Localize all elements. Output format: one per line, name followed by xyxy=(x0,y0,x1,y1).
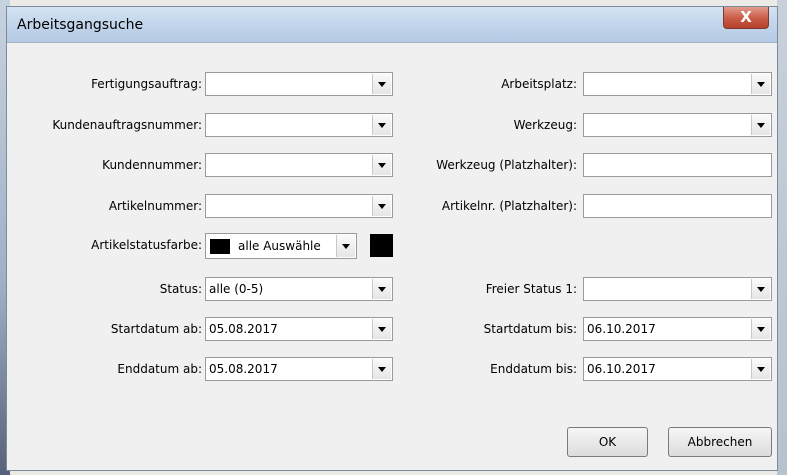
artikelnr-platzhalter-input[interactable] xyxy=(583,194,772,218)
enddatum-bis-dropdown[interactable]: 06.10.2017 xyxy=(583,357,772,381)
label-freier-status: Freier Status 1: xyxy=(485,282,577,296)
chevron-down-icon[interactable] xyxy=(372,115,391,135)
label-werkzeug: Werkzeug: xyxy=(513,118,577,132)
label-arbeitsplatz: Arbeitsplatz: xyxy=(501,77,577,91)
label-startdatum-ab: Startdatum ab: xyxy=(110,322,202,336)
status-value: alle (0-5) xyxy=(209,282,264,296)
label-artikelstatusfarbe: Artikelstatusfarbe: xyxy=(91,238,202,252)
chevron-down-icon[interactable] xyxy=(372,74,391,94)
label-kundennummer: Kundennummer: xyxy=(102,158,202,172)
chevron-down-icon[interactable] xyxy=(372,155,391,175)
chevron-down-icon[interactable] xyxy=(751,319,770,339)
freier-status-dropdown[interactable] xyxy=(583,277,772,301)
chevron-down-icon[interactable] xyxy=(372,279,391,299)
label-artikelnummer: Artikelnummer: xyxy=(108,199,202,213)
enddatum-ab-dropdown[interactable]: 05.08.2017 xyxy=(205,357,393,381)
startdatum-bis-dropdown[interactable]: 06.10.2017 xyxy=(583,317,772,341)
chevron-down-icon[interactable] xyxy=(751,115,770,135)
startdatum-bis-value: 06.10.2017 xyxy=(587,322,656,336)
chevron-down-icon[interactable] xyxy=(336,235,355,257)
enddatum-bis-value: 06.10.2017 xyxy=(587,362,656,376)
label-artikelnr-platzhalter: Artikelnr. (Platzhalter): xyxy=(441,199,577,213)
status-dropdown[interactable]: alle (0-5) xyxy=(205,277,393,301)
label-kundenauftragsnummer: Kundenauftragsnummer: xyxy=(52,118,202,132)
werkzeug-platzhalter-input[interactable] xyxy=(583,153,772,177)
dialog-window: Arbeitsgangsuche X Fertigungsauftrag: Ku… xyxy=(6,6,778,471)
cancel-button[interactable]: Abbrechen xyxy=(668,427,772,457)
chevron-down-icon[interactable] xyxy=(751,74,770,94)
close-button[interactable]: X xyxy=(723,7,769,29)
chevron-down-icon[interactable] xyxy=(751,359,770,379)
artikelstatusfarbe-color-box xyxy=(370,234,393,257)
kundenauftragsnummer-dropdown[interactable] xyxy=(205,113,393,137)
ok-button[interactable]: OK xyxy=(567,427,648,457)
chevron-down-icon[interactable] xyxy=(372,359,391,379)
label-enddatum-bis: Enddatum bis: xyxy=(490,362,577,376)
desktop-background-right xyxy=(777,0,787,475)
color-swatch xyxy=(210,239,230,254)
label-enddatum-ab: Enddatum ab: xyxy=(117,362,202,376)
startdatum-ab-dropdown[interactable]: 05.08.2017 xyxy=(205,317,393,341)
label-status: Status: xyxy=(159,282,202,296)
artikelstatusfarbe-dropdown[interactable]: alle Auswähle xyxy=(205,233,357,259)
fertigungsauftrag-dropdown[interactable] xyxy=(205,72,393,96)
label-werkzeug-platzhalter: Werkzeug (Platzhalter): xyxy=(436,158,577,172)
artikelnummer-dropdown[interactable] xyxy=(205,194,393,218)
chevron-down-icon[interactable] xyxy=(751,279,770,299)
title-bar: Arbeitsgangsuche X xyxy=(7,7,777,43)
close-icon: X xyxy=(740,8,752,26)
kundennummer-dropdown[interactable] xyxy=(205,153,393,177)
chevron-down-icon[interactable] xyxy=(372,319,391,339)
startdatum-ab-value: 05.08.2017 xyxy=(209,322,278,336)
chevron-down-icon[interactable] xyxy=(372,196,391,216)
window-title: Arbeitsgangsuche xyxy=(17,17,144,33)
label-fertigungsauftrag: Fertigungsauftrag: xyxy=(91,77,202,91)
enddatum-ab-value: 05.08.2017 xyxy=(209,362,278,376)
arbeitsplatz-dropdown[interactable] xyxy=(583,72,772,96)
artikelstatusfarbe-value: alle Auswähle xyxy=(238,239,321,253)
label-startdatum-bis: Startdatum bis: xyxy=(483,322,577,336)
werkzeug-dropdown[interactable] xyxy=(583,113,772,137)
